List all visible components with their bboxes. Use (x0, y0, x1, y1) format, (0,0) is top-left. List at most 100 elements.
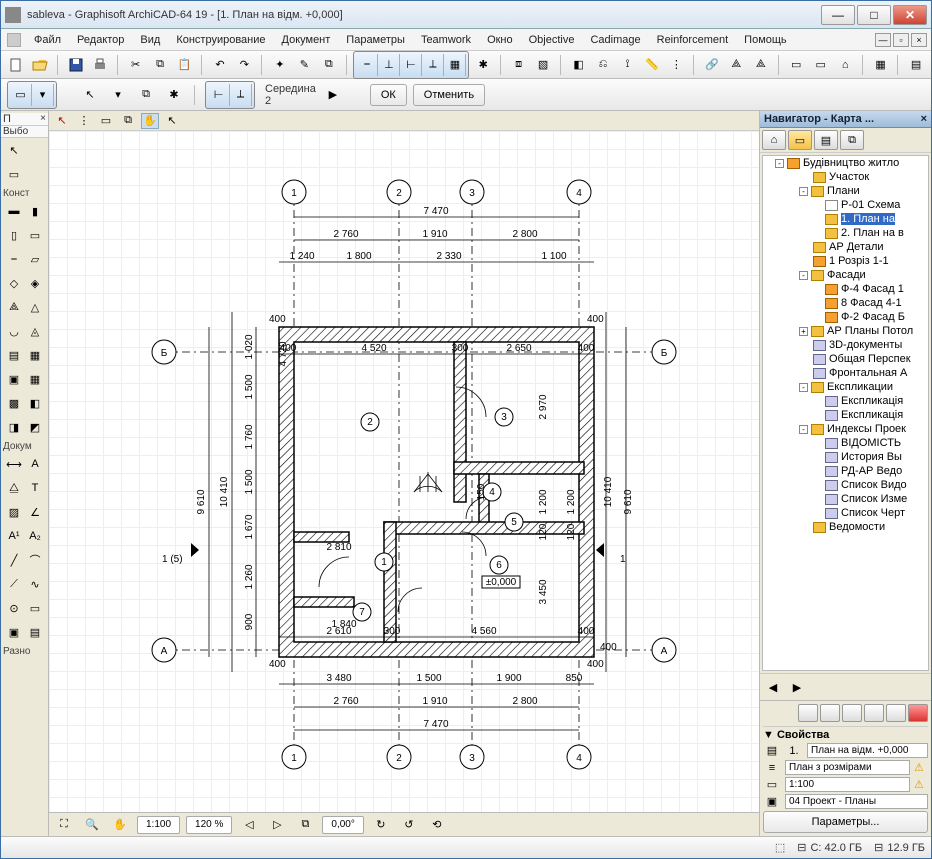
mesh-tool-icon[interactable]: ▤ (4, 344, 25, 366)
tree-item[interactable]: +АР Планы Потол (787, 324, 928, 338)
column-tool-icon[interactable]: ▮ (25, 200, 46, 222)
sel-a-icon[interactable]: ⧉ (135, 84, 157, 106)
label-tool-icon[interactable]: A (25, 453, 46, 475)
tree-item[interactable]: -Индексы Проек (787, 422, 928, 436)
menu-cadimage[interactable]: Cadimage (582, 32, 648, 48)
mdi-minimize[interactable]: — (875, 33, 891, 47)
rot-a-icon[interactable]: ↻ (370, 814, 392, 836)
close-button[interactable]: ✕ (893, 5, 927, 25)
tree-item[interactable]: 3D-документы (787, 338, 928, 352)
toolbox-close-icon[interactable]: × (40, 113, 46, 124)
scale-field[interactable]: 1:100 (137, 816, 180, 834)
nav-newfolder-icon[interactable] (820, 704, 840, 722)
guideline-group[interactable]: ⎯⊥⊢⟂▦ (353, 51, 469, 79)
strip-arrow-icon[interactable]: ↖ (53, 113, 71, 129)
mdi-close[interactable]: × (911, 33, 927, 47)
menu-options[interactable]: Параметры (338, 32, 413, 48)
cw-tool-icon[interactable]: ▩ (4, 392, 25, 414)
measure-icon[interactable]: 📏 (641, 54, 662, 76)
menu-document[interactable]: Документ (274, 32, 339, 48)
ok-button[interactable]: ОК (370, 84, 407, 106)
door-tool-icon[interactable]: ▯ (4, 224, 25, 246)
menu-objective[interactable]: Objective (521, 32, 583, 48)
polyline-tool-icon[interactable]: ⟋ (4, 573, 25, 595)
geometry-method[interactable]: ⊢⟂ (205, 81, 255, 109)
view3d-icon[interactable]: ◧ (568, 54, 589, 76)
tree-item[interactable]: Експликація (787, 408, 928, 422)
misc3-tool-icon[interactable]: ◩ (25, 416, 46, 438)
fill-tool-icon[interactable]: ▨ (4, 501, 25, 523)
arrow-tool-icon[interactable]: ↖ (4, 139, 25, 161)
arc-tool-icon[interactable]: ⌒ (25, 549, 46, 571)
tree-item[interactable]: Список Черт (787, 506, 928, 520)
layer-icon[interactable]: ⧈ (508, 54, 529, 76)
prop2-value[interactable]: План з розмірами (785, 760, 910, 775)
nav-scroll-left-icon[interactable]: ◀ (762, 676, 784, 698)
mdi-restore[interactable]: ▫ (893, 33, 909, 47)
tree-item[interactable]: Ведомости (787, 520, 928, 534)
tree-item[interactable]: Ф-2 Фасад Б (787, 310, 928, 324)
fill-icon[interactable]: ▧ (532, 54, 553, 76)
tree-item[interactable]: 1 Розріз 1-1 (787, 254, 928, 268)
morph-tool-icon[interactable]: ◬ (25, 320, 46, 342)
text-tool-icon[interactable]: T (25, 477, 46, 499)
zone-tool-icon[interactable]: ▣ (4, 368, 25, 390)
figure-tool-icon[interactable]: ▭ (25, 597, 46, 619)
misc-tool-icon[interactable]: ◧ (25, 392, 46, 414)
camera-tool-icon[interactable]: ▣ (4, 621, 25, 643)
palette-icon[interactable]: ▦ (870, 54, 891, 76)
strip-rect-icon[interactable]: ▭ (97, 113, 115, 129)
arrow-icon[interactable]: ↖ (79, 84, 101, 106)
menu-help[interactable]: Помощь (736, 32, 795, 48)
nav-save-icon[interactable] (864, 704, 884, 722)
menu-design[interactable]: Конструирование (168, 32, 273, 48)
drawing-tool-icon[interactable]: ▤ (25, 621, 46, 643)
tree-item[interactable]: 1. План на (787, 212, 928, 226)
elevation-icon[interactable]: ⟟ (617, 54, 638, 76)
parameters-button[interactable]: Параметры... (763, 811, 928, 833)
pencil-icon[interactable]: ✎ (294, 54, 315, 76)
prop4-value[interactable]: 04 Проект - Планы (785, 794, 928, 809)
tree-item[interactable]: Участок (787, 170, 928, 184)
elevation2-tool-icon[interactable]: A₂ (25, 525, 46, 547)
navigator-tree[interactable]: -Будівництво житло Участок-ПланиР-01 Схе… (762, 155, 929, 671)
strip-hand-icon[interactable]: ✋ (141, 113, 159, 129)
pan-icon[interactable]: ✋ (109, 814, 131, 836)
rot-b-icon[interactable]: ↺ (398, 814, 420, 836)
snap-icon[interactable]: ✱ (472, 54, 493, 76)
tree-item[interactable]: ВІДОМІСТЬ (787, 436, 928, 450)
beam-tool-icon[interactable]: ⎯ (4, 248, 25, 270)
curtain-tool-icon[interactable]: ▦ (25, 344, 46, 366)
wand-icon[interactable]: ✦ (269, 54, 290, 76)
navtab-viewmap-icon[interactable]: ▭ (788, 130, 812, 150)
tree-item[interactable]: 8 Фасад 4-1 (787, 296, 928, 310)
zoom-field[interactable]: 120 % (186, 816, 232, 834)
line-tool-icon[interactable]: ╱ (4, 549, 25, 571)
tree-item[interactable]: Список Изме (787, 492, 928, 506)
nav-newview-icon[interactable] (798, 704, 818, 722)
menu-edit[interactable]: Редактор (69, 32, 132, 48)
copy-icon[interactable]: ⧉ (149, 54, 170, 76)
open-icon[interactable] (29, 54, 50, 76)
tree-item[interactable]: Експликація (787, 394, 928, 408)
grid-tool-icon[interactable]: ▦ (25, 368, 46, 390)
nav-clone-icon[interactable] (842, 704, 862, 722)
hotspot-tool-icon[interactable]: ⊙ (4, 597, 25, 619)
paste-icon[interactable]: 📋 (174, 54, 195, 76)
zoom-prev-icon[interactable]: ◁ (238, 814, 260, 836)
tool-d-icon[interactable]: ▭ (810, 54, 831, 76)
navtab-layout-icon[interactable]: ▤ (814, 130, 838, 150)
section-icon[interactable]: ⎌ (592, 54, 613, 76)
tree-item[interactable]: Ф-4 Фасад 1 (787, 282, 928, 296)
navtab-project-icon[interactable]: ⌂ (762, 130, 786, 150)
cancel-button[interactable]: Отменить (413, 84, 485, 106)
cursor-mode[interactable]: ▭▾ (7, 81, 57, 109)
rotation-field[interactable]: 0,00° (322, 816, 363, 834)
undo-icon[interactable]: ↶ (209, 54, 230, 76)
rot-c-icon[interactable]: ⟲ (426, 814, 448, 836)
level-tool-icon[interactable]: ⧋ (4, 477, 25, 499)
tree-item[interactable]: Р-01 Схема (787, 198, 928, 212)
window-tool-icon[interactable]: ▭ (25, 224, 46, 246)
dimension-tool-icon[interactable]: ⟷ (4, 453, 25, 475)
zoom-save-icon[interactable]: ⧉ (294, 814, 316, 836)
